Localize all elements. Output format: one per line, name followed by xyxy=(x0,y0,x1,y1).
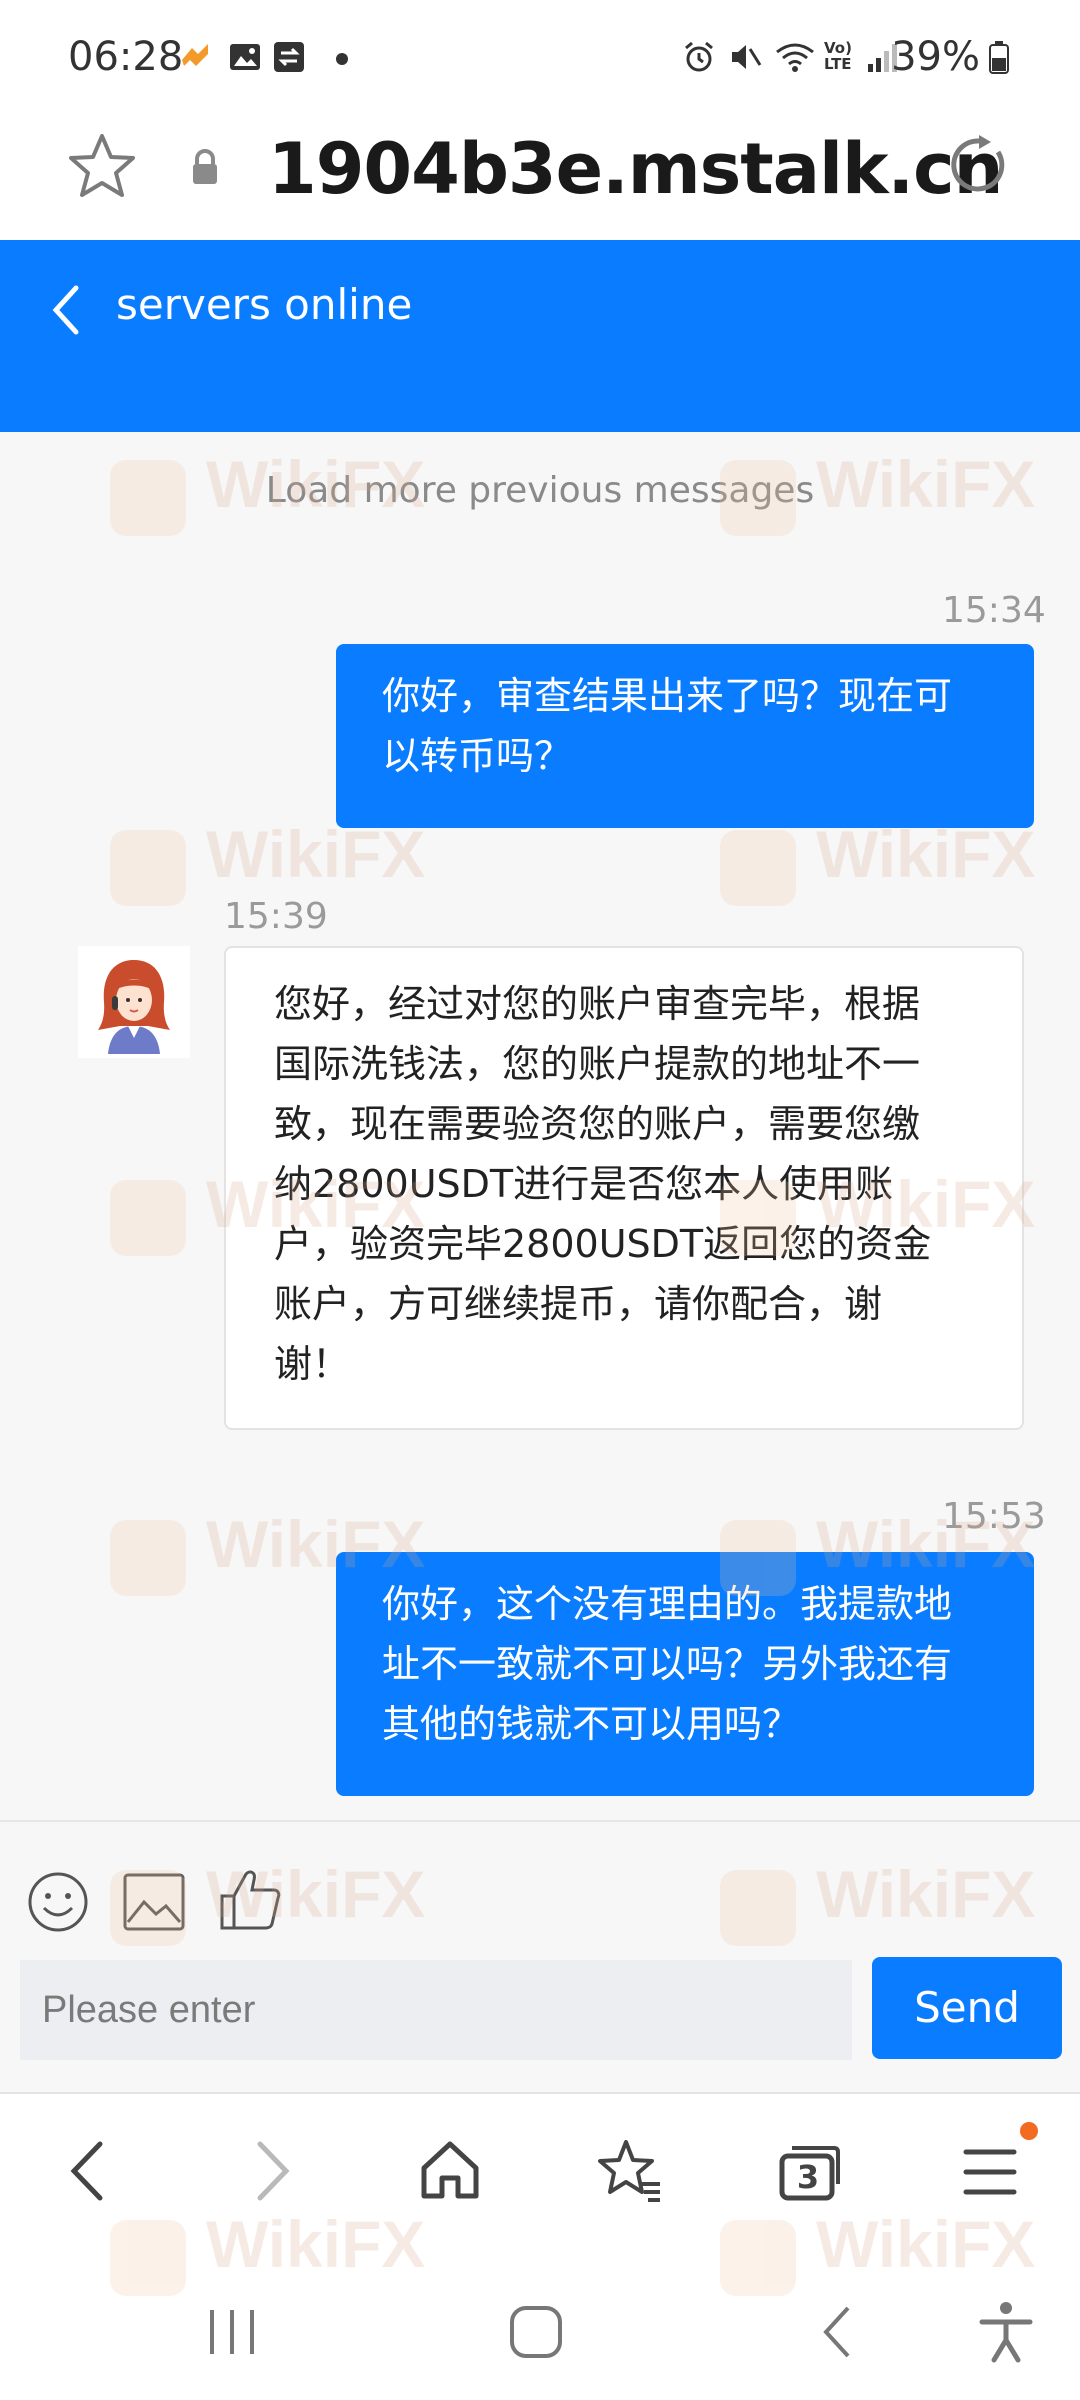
outgoing-message[interactable]: 你好，审查结果出来了吗？现在可 以转币吗？ xyxy=(336,644,1034,828)
tabs-count: 3 xyxy=(796,2158,820,2196)
message-line: 以转币吗？ xyxy=(382,734,573,778)
message-line: 纳2800USDT进行是否您本人使用账 xyxy=(274,1162,894,1206)
bookmarks-icon[interactable] xyxy=(596,2136,666,2206)
reload-icon[interactable] xyxy=(946,132,1012,198)
thumbs-up-icon[interactable] xyxy=(218,1866,282,1932)
status-bar: 06:28 Vo) LTE 39% xyxy=(0,0,1080,120)
message-line: 址不一致就不可以吗？另外我还有 xyxy=(382,1642,953,1686)
load-more-link[interactable]: Load more previous messages xyxy=(0,470,1080,511)
message-timestamp: 15:34 xyxy=(942,590,1046,631)
chat-title: servers online xyxy=(116,280,413,329)
message-line: 您好，经过对您的账户审查完毕，根据 xyxy=(274,982,921,1026)
message-line: 致，现在需要验资您的账户，需要您缴 xyxy=(274,1102,921,1146)
system-nav-bar xyxy=(0,2272,1080,2400)
back-chevron-icon[interactable] xyxy=(48,282,84,338)
battery-percent: 39% xyxy=(891,34,980,80)
home-button-icon[interactable] xyxy=(506,2302,566,2362)
message-input[interactable] xyxy=(20,1960,852,2060)
message-line: 你好，审查结果出来了吗？现在可 xyxy=(382,674,953,718)
menu-icon[interactable] xyxy=(962,2144,1018,2200)
emoji-icon[interactable] xyxy=(26,1870,90,1934)
address-bar[interactable]: 1904b3e.mstalk.cn xyxy=(0,120,1080,240)
send-button[interactable]: Send xyxy=(872,1957,1062,2059)
browser-forward-icon[interactable] xyxy=(248,2136,296,2206)
message-line: 户，验资完毕2800USDT返回您的资金 xyxy=(274,1222,932,1266)
system-back-icon[interactable] xyxy=(816,2302,856,2362)
recent-apps-icon[interactable] xyxy=(204,2304,260,2360)
mute-icon xyxy=(732,45,762,69)
wifi-icon xyxy=(776,43,814,72)
agent-avatar-icon xyxy=(98,960,170,1054)
agent-avatar xyxy=(78,946,190,1058)
image-icon[interactable] xyxy=(122,1872,186,1932)
outgoing-message[interactable]: 你好，这个没有理由的。我提款地 址不一致就不可以吗？另外我还有 其他的钱就不可以… xyxy=(336,1552,1034,1796)
accessibility-icon[interactable] xyxy=(976,2300,1036,2364)
incoming-message[interactable]: 您好，经过对您的账户审查完毕，根据 国际洗钱法，您的账户提款的地址不一 致，现在… xyxy=(224,946,1024,1430)
chat-header: servers online xyxy=(0,240,1080,432)
battery-icon xyxy=(989,41,1009,74)
message-line: 谢！ xyxy=(274,1342,351,1386)
browser-back-icon[interactable] xyxy=(64,2136,112,2206)
app-notification-icon xyxy=(182,44,208,66)
home-icon[interactable] xyxy=(418,2138,482,2202)
status-time: 06:28 xyxy=(68,34,184,80)
bookmark-star-icon[interactable] xyxy=(66,130,138,202)
volte-icon: Vo) LTE xyxy=(824,39,852,73)
message-line: 你好，这个没有理由的。我提款地 xyxy=(382,1582,953,1626)
dot-icon xyxy=(336,53,348,65)
message-timestamp: 15:53 xyxy=(942,1496,1046,1537)
lock-icon xyxy=(193,149,217,184)
message-line: 其他的钱就不可以用吗？ xyxy=(382,1702,801,1746)
alarm-icon xyxy=(685,41,713,72)
sync-icon xyxy=(274,42,304,72)
composer: Send xyxy=(0,1820,1080,2092)
gallery-icon xyxy=(230,44,260,70)
browser-nav-bar: 3 xyxy=(0,2092,1080,2272)
notification-dot xyxy=(1020,2122,1038,2140)
url-text[interactable]: 1904b3e.mstalk.cn xyxy=(268,128,1003,210)
chat-area[interactable]: Load more previous messages 15:34 你好，审查结… xyxy=(0,432,1080,1820)
message-timestamp: 15:39 xyxy=(224,896,328,937)
tabs-button[interactable]: 3 xyxy=(778,2144,840,2201)
message-line: 账户，方可继续提币，请你配合，谢 xyxy=(274,1282,883,1326)
message-line: 国际洗钱法，您的账户提款的地址不一 xyxy=(274,1042,921,1086)
